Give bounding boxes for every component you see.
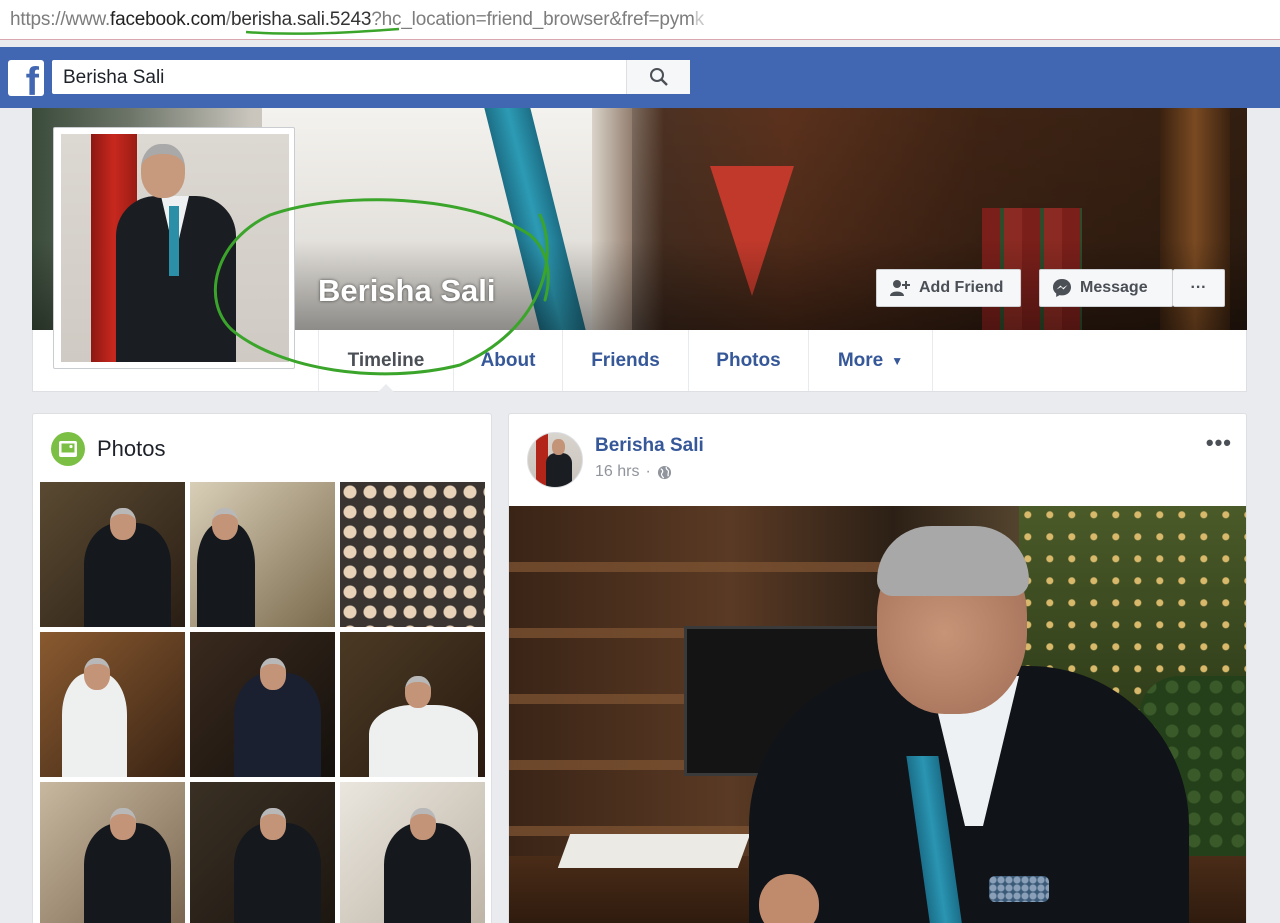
messenger-icon (1053, 279, 1071, 297)
profile-more-options-button[interactable]: ··· (1173, 269, 1225, 307)
tab-friends[interactable]: Friends (562, 330, 688, 391)
url-query: ?hc_location=friend_browser&fref=pym (371, 9, 695, 30)
add-friend-icon (890, 280, 910, 296)
tabs-divider (932, 330, 933, 391)
url-fade: k (694, 9, 705, 30)
photo-thumbnail[interactable] (190, 632, 335, 777)
facebook-top-bar: f Berisha Sali (0, 47, 1280, 108)
profile-tabs: Timeline About Friends Photos More ▼ (318, 330, 932, 392)
post-time-separator: · (645, 463, 651, 480)
timeline-post: Berisha Sali 16 hrs · ••• (508, 413, 1247, 923)
photo-thumbnail[interactable] (40, 782, 185, 923)
photo-thumbnail[interactable] (40, 632, 185, 777)
photo-thumbnail[interactable] (340, 482, 485, 627)
post-options-button[interactable]: ••• (1206, 430, 1232, 456)
tab-timeline[interactable]: Timeline (318, 330, 453, 392)
photo-thumbnail[interactable] (340, 632, 485, 777)
post-timestamp[interactable]: 16 hrs · (595, 463, 672, 481)
photo-thumbnail[interactable] (190, 782, 335, 923)
search-box[interactable]: Berisha Sali (52, 60, 690, 94)
facebook-logo-icon[interactable]: f (8, 60, 44, 96)
search-icon (649, 68, 668, 86)
url-scheme: https://www. (10, 9, 111, 30)
browser-address-bar[interactable]: https://www.facebook.com/berisha.sali.52… (0, 0, 1280, 40)
add-friend-label: Add Friend (919, 279, 1004, 296)
photo-thumbnail[interactable] (190, 482, 335, 627)
green-underline-annotation (245, 27, 400, 35)
chevron-down-icon: ▼ (891, 353, 904, 368)
message-button[interactable]: Message (1039, 269, 1173, 307)
profile-picture[interactable] (53, 127, 295, 369)
search-input[interactable]: Berisha Sali (63, 67, 164, 89)
post-author-avatar[interactable] (527, 432, 583, 488)
photos-icon (51, 432, 85, 466)
photos-card: Photos (32, 413, 492, 923)
tab-photos[interactable]: Photos (688, 330, 808, 391)
globe-icon (657, 465, 671, 479)
tab-more[interactable]: More ▼ (808, 330, 932, 391)
profile-name[interactable]: Berisha Sali (318, 273, 495, 309)
post-photo[interactable] (509, 506, 1246, 923)
photo-thumbnail[interactable] (40, 482, 185, 627)
photos-title[interactable]: Photos (97, 436, 166, 462)
tab-about[interactable]: About (453, 330, 562, 391)
search-button[interactable] (626, 60, 690, 94)
photo-thumbnail[interactable] (340, 782, 485, 923)
add-friend-button[interactable]: Add Friend (876, 269, 1021, 307)
url-domain: facebook.com (110, 9, 226, 30)
more-dots-icon: ··· (1190, 279, 1207, 296)
post-author-name[interactable]: Berisha Sali (595, 435, 704, 457)
post-time-text: 16 hrs (595, 463, 640, 480)
message-label: Message (1080, 279, 1148, 296)
